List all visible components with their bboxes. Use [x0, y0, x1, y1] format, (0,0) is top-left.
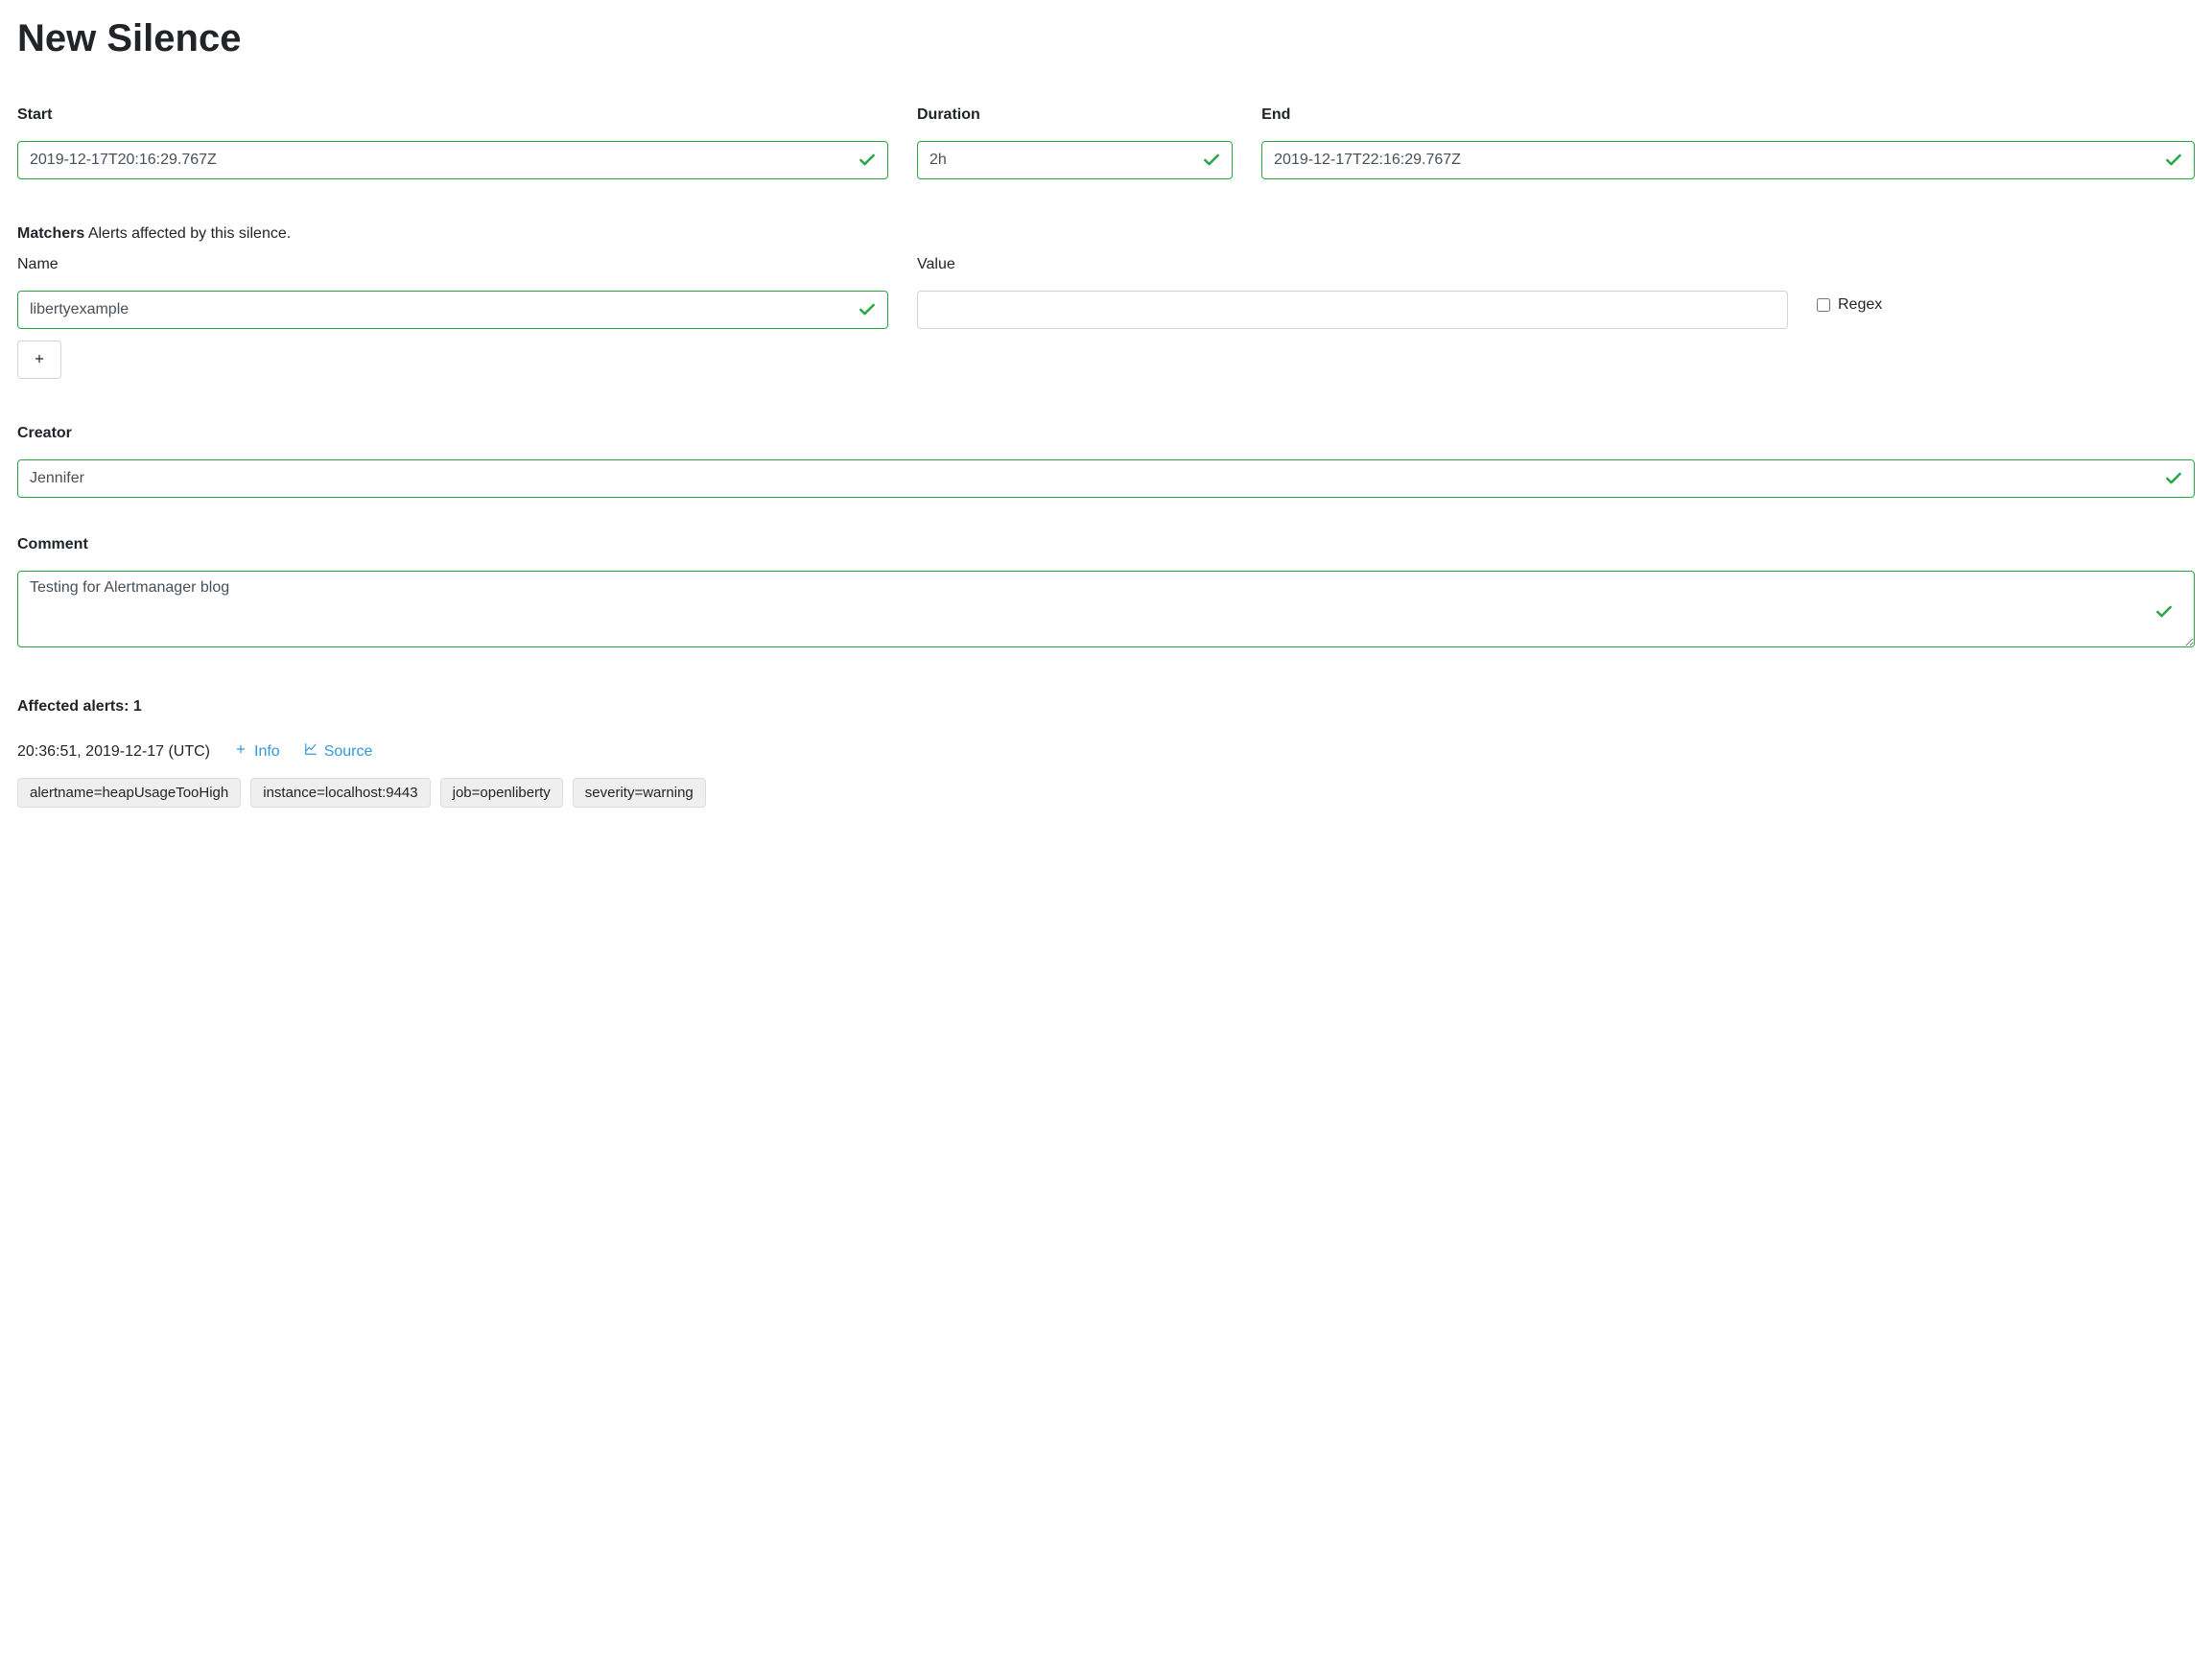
alert-tag[interactable]: severity=warning	[573, 778, 706, 808]
alert-source-link[interactable]: Source	[303, 742, 373, 761]
creator-input[interactable]	[17, 459, 2195, 498]
matchers-header: Matchers Alerts affected by this silence…	[17, 225, 2195, 243]
chart-icon	[303, 742, 318, 761]
matcher-value-label: Value	[917, 256, 1788, 273]
alert-tag[interactable]: instance=localhost:9443	[250, 778, 430, 808]
alert-tag[interactable]: alertname=heapUsageTooHigh	[17, 778, 241, 808]
add-matcher-button[interactable]	[17, 340, 61, 379]
matcher-regex-label: Regex	[1838, 296, 1882, 314]
affected-alerts-header: Affected alerts: 1	[17, 698, 2195, 716]
matcher-name-input[interactable]	[17, 291, 888, 329]
alert-row: 20:36:51, 2019-12-17 (UTC) Info Source	[17, 742, 2195, 761]
alert-tags: alertname=heapUsageTooHigh instance=loca…	[17, 778, 2195, 808]
end-label: End	[1261, 106, 2195, 124]
start-input[interactable]	[17, 141, 888, 179]
start-label: Start	[17, 106, 888, 124]
matcher-name-label: Name	[17, 256, 888, 273]
matcher-regex-checkbox[interactable]	[1817, 298, 1830, 312]
plus-icon	[33, 350, 46, 370]
duration-input[interactable]	[917, 141, 1233, 179]
duration-label: Duration	[917, 106, 1233, 124]
alert-timestamp: 20:36:51, 2019-12-17 (UTC)	[17, 743, 210, 761]
alert-info-link[interactable]: Info	[233, 742, 280, 761]
creator-label: Creator	[17, 425, 2195, 442]
plus-icon	[233, 742, 248, 761]
end-input[interactable]	[1261, 141, 2195, 179]
page-title: New Silence	[17, 17, 2195, 60]
comment-textarea[interactable]	[17, 571, 2195, 647]
alert-tag[interactable]: job=openliberty	[440, 778, 563, 808]
matcher-value-input[interactable]	[917, 291, 1788, 329]
comment-label: Comment	[17, 536, 2195, 553]
